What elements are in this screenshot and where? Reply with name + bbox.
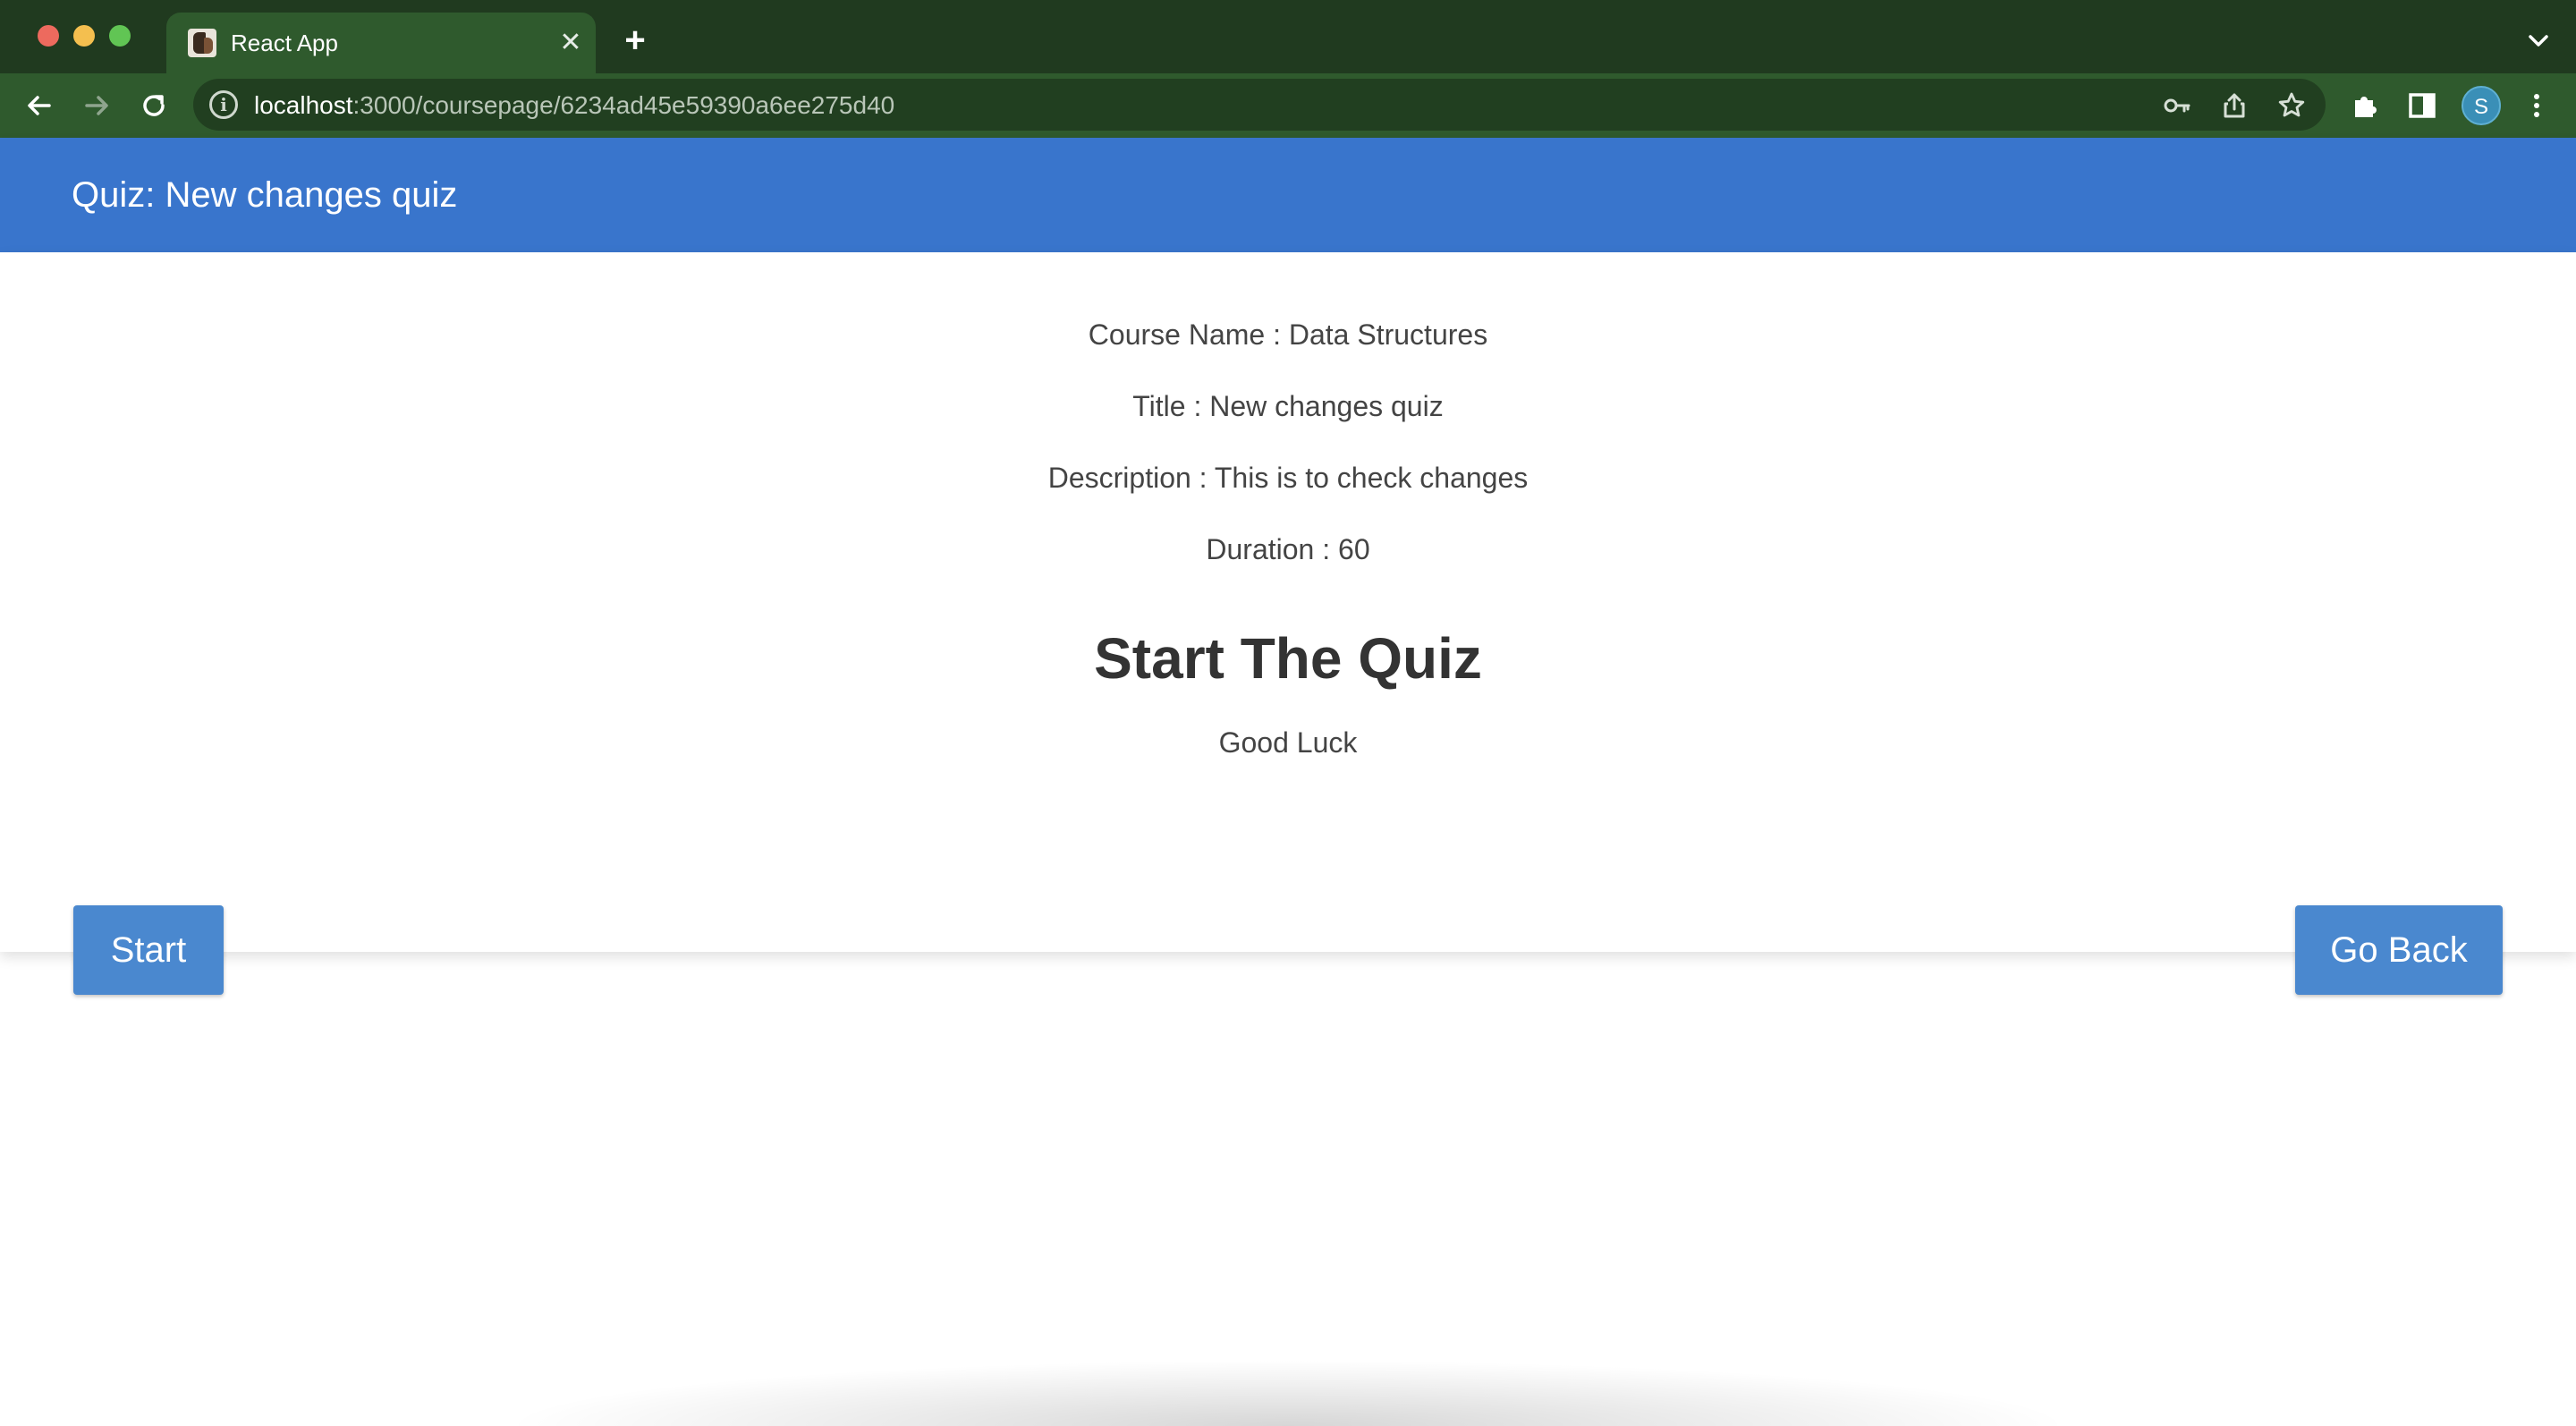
reload-icon[interactable] xyxy=(134,86,174,125)
tab-title: React App xyxy=(231,30,338,56)
close-tab-icon[interactable]: ✕ xyxy=(556,29,585,57)
back-arrow-icon[interactable] xyxy=(20,86,59,125)
course-name-text: Course Name : Data Structures xyxy=(1088,318,1488,351)
browser-tab-active[interactable]: React App ✕ xyxy=(166,13,596,73)
new-tab-button[interactable]: + xyxy=(617,22,653,59)
start-quiz-heading: Start The Quiz xyxy=(1094,626,1482,691)
site-info-icon[interactable]: i xyxy=(209,90,238,119)
bookmark-star-icon[interactable] xyxy=(2275,89,2308,122)
forward-arrow-icon[interactable] xyxy=(77,86,116,125)
quiz-description-text: Description : This is to check changes xyxy=(1047,462,1529,494)
page-viewport: Quiz: New changes quiz Course Name : Dat… xyxy=(0,138,2576,1426)
side-panel-icon[interactable] xyxy=(2404,88,2440,123)
quiz-duration-text: Duration : 60 xyxy=(1206,533,1370,565)
extensions-puzzle-icon[interactable] xyxy=(2347,88,2383,123)
browser-menu-icon[interactable] xyxy=(2519,88,2555,123)
good-luck-text: Good Luck xyxy=(1218,726,1358,759)
app-bar-title: Quiz: New changes quiz xyxy=(72,175,458,215)
profile-avatar[interactable]: S xyxy=(2462,86,2501,125)
start-button[interactable]: Start xyxy=(73,905,224,995)
app-bar: Quiz: New changes quiz xyxy=(0,138,2576,252)
window-bottom-shadow xyxy=(501,1360,2075,1426)
browser-tabstrip: React App ✕ + xyxy=(0,0,2576,73)
go-back-button[interactable]: Go Back xyxy=(2295,905,2503,995)
react-app-favicon-icon xyxy=(188,29,216,57)
address-url[interactable]: localhost:3000/coursepage/6234ad45e59390… xyxy=(254,91,894,120)
address-bar[interactable]: i localhost:3000/coursepage/6234ad45e593… xyxy=(193,79,2326,131)
quiz-info-card: Course Name : Data Structures Title : Ne… xyxy=(0,252,2576,995)
window-minimize-button[interactable] xyxy=(73,25,95,47)
quiz-title-text: Title : New changes quiz xyxy=(1132,390,1444,422)
password-key-icon[interactable] xyxy=(2161,89,2193,122)
share-icon[interactable] xyxy=(2218,89,2250,122)
window-zoom-button[interactable] xyxy=(109,25,131,47)
tab-search-chevron-icon[interactable] xyxy=(2521,23,2556,59)
browser-toolbar: i localhost:3000/coursepage/6234ad45e593… xyxy=(0,73,2576,138)
window-close-button[interactable] xyxy=(38,25,59,47)
